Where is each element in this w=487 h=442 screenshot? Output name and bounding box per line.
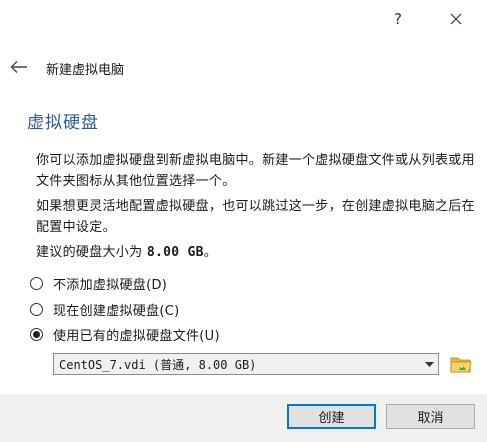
recommended-prefix: 建议的硬盘大小为: [36, 245, 147, 260]
radio-button[interactable]: [30, 302, 43, 316]
radio-no-disk[interactable]: 不添加虚拟硬盘(D): [30, 272, 167, 294]
radio-label: 现在创建虚拟硬盘(C): [53, 303, 180, 319]
dialog-footer: 创建 取消: [0, 394, 487, 442]
hint-text: 如果想更灵活地配置虚拟硬盘，也可以跳过这一步，在创建虚拟电脑之后在配置中设定。: [36, 199, 475, 235]
radio-button[interactable]: [30, 276, 43, 290]
recommended-size-text: 建议的硬盘大小为 8.00 GB。: [36, 242, 476, 263]
radio-button[interactable]: [30, 327, 43, 341]
back-arrow-icon: [10, 61, 27, 73]
wizard-title: 新建虚拟电脑: [46, 63, 125, 78]
help-button[interactable]: ?: [375, 0, 421, 38]
disk-file-value: CentOS_7.vdi (普通, 8.00 GB): [59, 357, 257, 372]
description-text: 你可以添加虚拟硬盘到新虚拟电脑中。新建一个虚拟硬盘文件或从列表或用文件夹图标从其…: [36, 153, 475, 189]
chevron-down-icon[interactable]: [420, 354, 438, 374]
cancel-button[interactable]: 取消: [386, 404, 475, 429]
choose-disk-file-button[interactable]: [449, 352, 473, 376]
recommended-size-value: 8.00 GB: [146, 245, 204, 260]
radio-use-existing-disk[interactable]: 使用已有的虚拟硬盘文件(U): [30, 323, 220, 345]
create-button[interactable]: 创建: [287, 404, 376, 429]
close-icon: [450, 13, 462, 25]
recommended-suffix: 。: [203, 245, 218, 260]
folder-icon: [450, 357, 472, 373]
disk-file-select[interactable]: CentOS_7.vdi (普通, 8.00 GB): [53, 353, 439, 375]
help-label: ?: [394, 10, 402, 28]
close-button[interactable]: [433, 0, 479, 38]
title-bar: ?: [0, 0, 487, 38]
radio-label: 不添加虚拟硬盘(D): [53, 277, 168, 293]
create-vm-dialog: ? 新建虚拟电脑 虚拟硬盘 你可以添加虚拟硬盘到新虚拟电脑中。新建一个虚拟硬盘文…: [0, 0, 487, 442]
radio-label: 使用已有的虚拟硬盘文件(U): [53, 328, 220, 344]
back-button[interactable]: [6, 54, 32, 80]
page-title: 虚拟硬盘: [27, 113, 99, 133]
radio-create-disk[interactable]: 现在创建虚拟硬盘(C): [30, 298, 180, 320]
wizard-header: 新建虚拟电脑: [0, 52, 487, 84]
